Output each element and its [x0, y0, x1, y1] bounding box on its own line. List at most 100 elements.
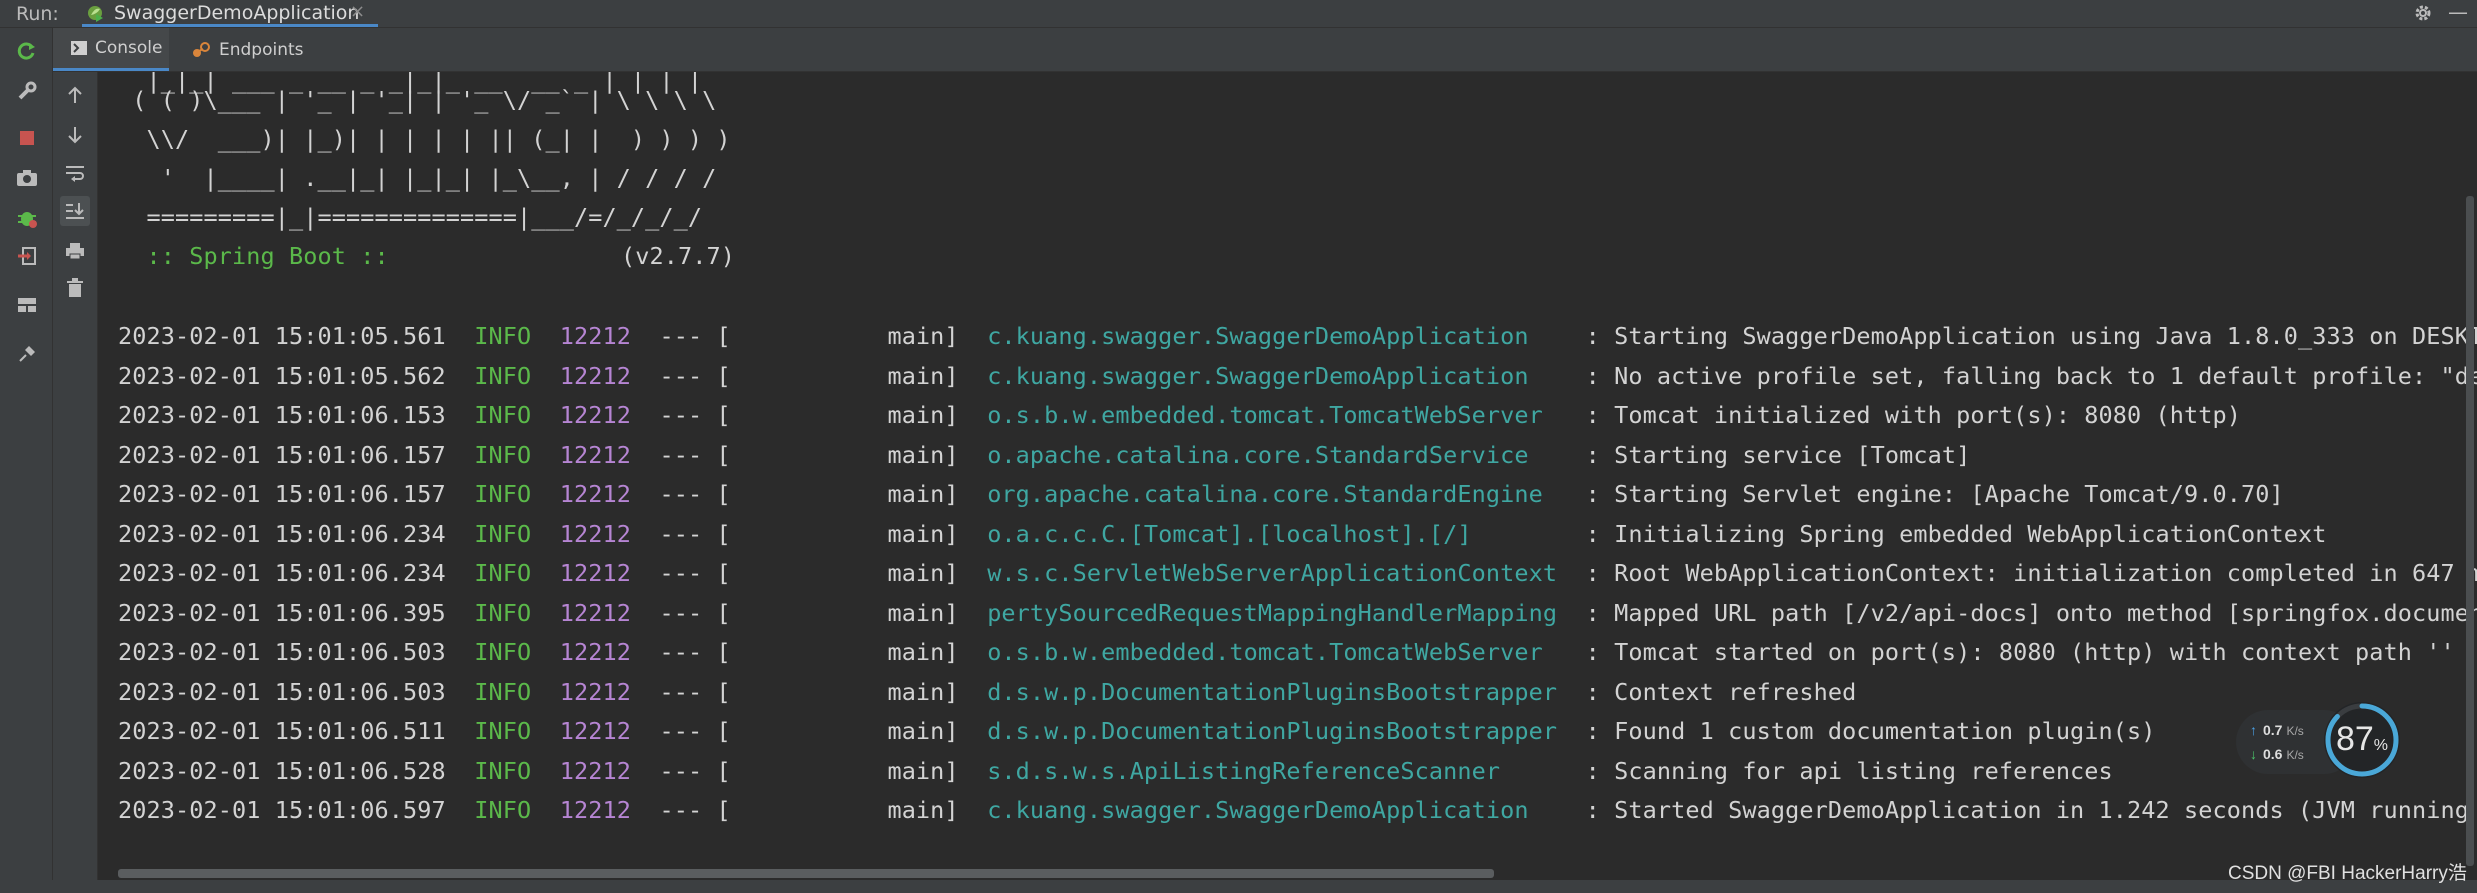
- down-arrow-icon[interactable]: [62, 122, 88, 148]
- log-line: 2023-02-01 15:01:06.234 INFO 12212 --- […: [118, 559, 2477, 587]
- stop-icon[interactable]: [14, 125, 40, 151]
- wrench-icon[interactable]: [14, 78, 40, 104]
- log-message: : Tomcat started on port(s): 8080 (http)…: [1571, 638, 2455, 666]
- log-logger: o.a.c.c.C.[Tomcat].[localhost].[/]: [987, 519, 1558, 548]
- log-pid: 12212: [559, 480, 631, 508]
- download-value: 0.6: [2263, 746, 2283, 762]
- camera-icon[interactable]: [14, 165, 40, 191]
- log-pid: 12212: [559, 796, 631, 824]
- layout-icon[interactable]: [14, 292, 40, 318]
- log-line: 2023-02-01 15:01:06.153 INFO 12212 --- […: [118, 401, 2241, 429]
- log-logger: w.s.c.ServletWebServerApplicationContext: [987, 559, 1558, 587]
- spring-boot-label: :: Spring Boot ::: [118, 242, 403, 270]
- exit-icon[interactable]: [14, 243, 40, 269]
- upload-unit: K/s: [2286, 724, 2304, 738]
- spring-boot-version: (v2.7.7): [620, 242, 735, 270]
- log-pid: 12212: [559, 717, 631, 745]
- log-logger: o.s.b.w.embedded.tomcat.TomcatWebServer: [987, 401, 1558, 429]
- log-pid: 12212: [559, 559, 631, 587]
- rerun-icon[interactable]: [14, 38, 40, 64]
- horizontal-scrollbar[interactable]: [118, 869, 1494, 878]
- log-message: : Root WebApplicationContext: initializa…: [1571, 559, 2477, 587]
- log-message: : Context refreshed: [1571, 677, 1857, 706]
- log-logger: o.apache.catalina.core.StandardService: [987, 440, 1558, 469]
- log-line: 2023-02-01 15:01:05.561 INFO 12212 --- […: [118, 322, 2477, 350]
- log-message: : Scanning for api listing references: [1571, 756, 2113, 785]
- run-tab-swagger-demo[interactable]: SwaggerDemoApplication ×: [82, 0, 378, 27]
- log-level: INFO: [474, 401, 532, 429]
- log-logger: d.s.w.p.DocumentationPluginsBootstrapper: [987, 717, 1558, 745]
- log-pid: 12212: [559, 677, 631, 706]
- run-side-toolbar: [0, 28, 53, 893]
- log-message: : Found 1 custom documentation plugin(s): [1571, 717, 2156, 745]
- log-line: 2023-02-01 15:01:06.234 INFO 12212 --- […: [118, 520, 2327, 548]
- banner-line: ' |____| .__|_| |_|_| |_\__, | / / / /: [118, 164, 717, 192]
- log-timestamp: 2023-02-01 15:01:06.511: [118, 717, 446, 745]
- log-message: : No active profile set, falling back to…: [1571, 361, 2477, 390]
- tab-endpoints[interactable]: Endpoints: [191, 28, 321, 71]
- debug-icon[interactable]: [14, 205, 40, 231]
- log-level: INFO: [474, 361, 532, 390]
- upload-speed: ↑ 0.7 K/s: [2250, 722, 2304, 738]
- log-thread: --- [ main]: [659, 756, 959, 785]
- log-pid: 12212: [559, 361, 631, 390]
- log-timestamp: 2023-02-01 15:01:06.395: [118, 598, 446, 627]
- pin-icon[interactable]: [14, 341, 40, 367]
- log-thread: --- [ main]: [659, 480, 959, 508]
- log-level: INFO: [474, 480, 532, 508]
- log-level: INFO: [474, 440, 532, 469]
- log-timestamp: 2023-02-01 15:01:05.562: [118, 361, 446, 390]
- log-logger: c.kuang.swagger.SwaggerDemoApplication: [987, 361, 1558, 390]
- scroll-to-end-icon[interactable]: [60, 196, 90, 226]
- log-line: 2023-02-01 15:01:06.503 INFO 12212 --- […: [118, 638, 2455, 666]
- log-thread: --- [ main]: [659, 361, 959, 390]
- log-timestamp: 2023-02-01 15:01:06.157: [118, 480, 446, 508]
- log-pid: 12212: [559, 638, 631, 666]
- soft-wrap-icon[interactable]: [62, 160, 88, 186]
- log-logger: c.kuang.swagger.SwaggerDemoApplication: [987, 322, 1558, 350]
- log-level: INFO: [474, 796, 532, 824]
- tab-console[interactable]: Console: [53, 28, 169, 71]
- log-message: : Initializing Spring embedded WebApplic…: [1571, 519, 2327, 548]
- log-thread: --- [ main]: [659, 519, 959, 548]
- log-timestamp: 2023-02-01 15:01:06.157: [118, 440, 446, 469]
- log-thread: --- [ main]: [659, 717, 959, 745]
- log-timestamp: 2023-02-01 15:01:06.234: [118, 519, 446, 548]
- log-logger: org.apache.catalina.core.StandardEngine: [987, 480, 1558, 508]
- up-arrow-icon[interactable]: [62, 82, 88, 108]
- log-thread: --- [ main]: [659, 796, 959, 824]
- log-timestamp: 2023-02-01 15:01:06.503: [118, 677, 446, 706]
- gear-icon[interactable]: [2412, 2, 2434, 24]
- endpoints-icon: [191, 41, 211, 59]
- log-thread: --- [ main]: [659, 440, 959, 469]
- log-line: 2023-02-01 15:01:06.157 INFO 12212 --- […: [118, 441, 1970, 469]
- vertical-scrollbar[interactable]: [2466, 196, 2474, 866]
- usage-percent: 87%: [2322, 720, 2402, 759]
- tab-close-icon[interactable]: ×: [350, 1, 365, 22]
- log-thread: --- [ main]: [659, 638, 959, 666]
- watermark: CSDN @FBI HackerHarry浩: [2228, 863, 2467, 884]
- spring-boot-line: :: Spring Boot :: (v2.7.7): [118, 242, 735, 270]
- log-message: : Tomcat initialized with port(s): 8080 …: [1571, 401, 2242, 429]
- tab-console-label: Console: [95, 38, 163, 58]
- log-level: INFO: [474, 322, 532, 350]
- log-line: 2023-02-01 15:01:06.511 INFO 12212 --- […: [118, 717, 2156, 745]
- log-timestamp: 2023-02-01 15:01:06.234: [118, 559, 446, 587]
- network-speed-widget[interactable]: ↑ 0.7 K/s ↓ 0.6 K/s 87%: [2236, 700, 2406, 780]
- log-thread: --- [ main]: [659, 322, 959, 350]
- log-logger: s.d.s.w.s.ApiListingReferenceScanner: [987, 756, 1558, 785]
- run-toolbar: Run: SwaggerDemoApplication × —: [0, 0, 2477, 28]
- print-icon[interactable]: [62, 238, 88, 264]
- log-thread: --- [ main]: [659, 559, 959, 587]
- minimize-icon[interactable]: —: [2448, 0, 2468, 24]
- console-output[interactable]: |_|_| ___ _ __ _ _|_|_ __ __ _ | | | | (…: [98, 72, 2477, 870]
- log-level: INFO: [474, 598, 532, 627]
- console-icon: [71, 41, 87, 55]
- banner-line: \\/ ___)| |_)| | | | | || (_| | ) ) ) ): [118, 125, 731, 153]
- log-thread: --- [ main]: [659, 598, 959, 627]
- log-pid: 12212: [559, 440, 631, 469]
- log-logger: d.s.w.p.DocumentationPluginsBootstrapper: [987, 677, 1558, 706]
- log-line: 2023-02-01 15:01:05.562 INFO 12212 --- […: [118, 362, 2477, 390]
- trash-icon[interactable]: [62, 275, 88, 301]
- log-level: INFO: [474, 638, 532, 666]
